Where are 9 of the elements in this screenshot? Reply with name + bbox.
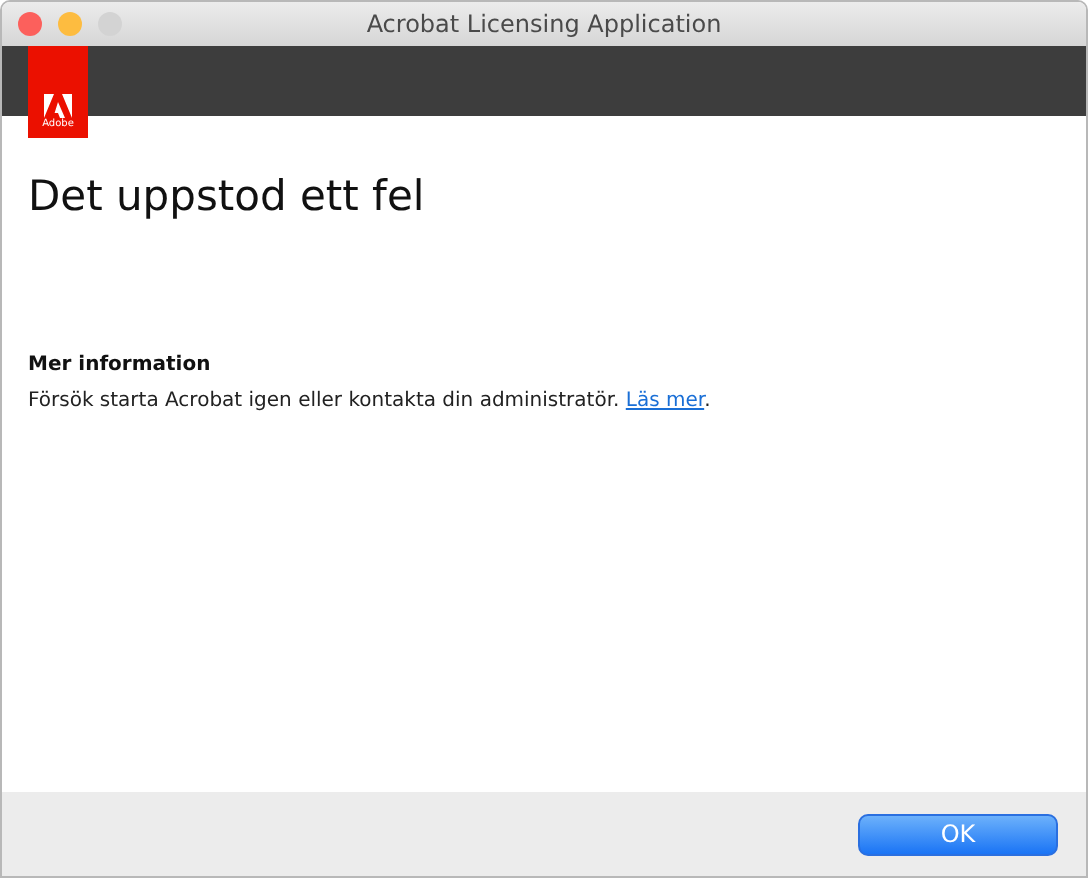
info-text: Försök starta Acrobat igen eller kontakta din administratör. Läs mer. <box>28 388 713 417</box>
window-title: Acrobat Licensing Application <box>366 10 722 38</box>
ok-button[interactable]: OK <box>858 813 1058 855</box>
error-heading: Det uppstod ett fel <box>28 172 427 223</box>
minimize-button[interactable] <box>58 12 82 36</box>
close-button[interactable] <box>18 12 42 36</box>
read-more-link[interactable]: Läs mer <box>625 390 705 413</box>
logo-icon <box>44 94 72 118</box>
section-title: Mer information <box>28 352 213 381</box>
